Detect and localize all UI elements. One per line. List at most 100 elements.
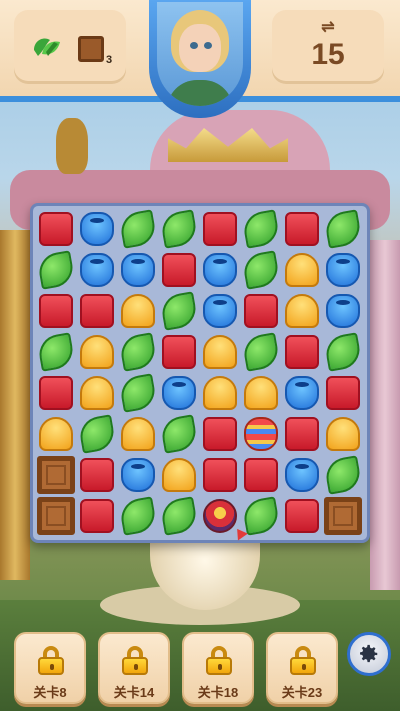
player-avatar-frame[interactable] (149, 0, 251, 118)
settings-button[interactable] (347, 632, 391, 676)
board-cell[interactable] (241, 332, 281, 372)
leaf-tile-icon[interactable] (323, 455, 363, 495)
board-cell[interactable] (282, 414, 322, 454)
leaf-tile-icon[interactable] (241, 496, 281, 536)
leaf-tile-icon[interactable] (241, 209, 281, 249)
board-cell[interactable] (36, 209, 76, 249)
blue-tile-icon[interactable] (162, 376, 196, 410)
leaf-tile-icon[interactable] (323, 332, 363, 372)
board-cell[interactable] (200, 291, 240, 331)
crate-tile-icon[interactable] (324, 497, 362, 535)
red-tile-icon[interactable] (80, 499, 114, 533)
board-cell[interactable] (200, 414, 240, 454)
board-cell[interactable] (118, 455, 158, 495)
leaf-tile-icon[interactable] (118, 209, 158, 249)
bell-tile-icon[interactable] (121, 294, 155, 328)
bell-tile-icon[interactable] (203, 335, 237, 369)
red-tile-icon[interactable] (80, 458, 114, 492)
bell-tile-icon[interactable] (80, 376, 114, 410)
blue-tile-icon[interactable] (121, 253, 155, 287)
leaf-tile-icon[interactable] (118, 496, 158, 536)
red-tile-icon[interactable] (203, 458, 237, 492)
red-tile-icon[interactable] (203, 212, 237, 246)
bell-tile-icon[interactable] (121, 417, 155, 451)
red-tile-icon[interactable] (326, 376, 360, 410)
board-cell[interactable] (159, 332, 199, 372)
board-cell[interactable] (200, 250, 240, 290)
board-cell[interactable] (282, 250, 322, 290)
board-cell[interactable] (159, 496, 199, 536)
board-cell[interactable] (36, 250, 76, 290)
crate-tile-icon[interactable] (37, 497, 75, 535)
board-cell[interactable] (241, 291, 281, 331)
board-cell[interactable] (36, 414, 76, 454)
board-cell[interactable] (36, 291, 76, 331)
board-cell[interactable] (282, 332, 322, 372)
board-cell[interactable] (241, 209, 281, 249)
board-cell[interactable] (36, 332, 76, 372)
leaf-tile-icon[interactable] (159, 414, 199, 454)
board-cell[interactable] (77, 291, 117, 331)
board-cell[interactable] (159, 373, 199, 413)
leaf-tile-icon[interactable] (36, 250, 76, 290)
board-cell[interactable] (77, 250, 117, 290)
blue-tile-icon[interactable] (203, 253, 237, 287)
leaf-tile-icon[interactable] (323, 209, 363, 249)
red-tile-icon[interactable] (244, 458, 278, 492)
bell-tile-icon[interactable] (244, 376, 278, 410)
board-cell[interactable] (118, 250, 158, 290)
board-cell[interactable] (77, 209, 117, 249)
board-cell[interactable] (282, 373, 322, 413)
blue-tile-icon[interactable] (121, 458, 155, 492)
blue-tile-icon[interactable] (80, 253, 114, 287)
red-tile-icon[interactable] (244, 294, 278, 328)
game-board[interactable] (30, 203, 370, 543)
bell-tile-icon[interactable] (39, 417, 73, 451)
board-cell[interactable] (241, 414, 281, 454)
board-cell[interactable] (323, 250, 363, 290)
bell-tile-icon[interactable] (80, 335, 114, 369)
board-cell[interactable] (200, 373, 240, 413)
board-cell[interactable] (118, 291, 158, 331)
blue-tile-icon[interactable] (285, 376, 319, 410)
board-cell[interactable] (323, 332, 363, 372)
board-cell[interactable] (118, 209, 158, 249)
red-tile-icon[interactable] (203, 417, 237, 451)
board-cell[interactable] (323, 455, 363, 495)
bell-tile-icon[interactable] (162, 458, 196, 492)
board-cell[interactable] (323, 414, 363, 454)
board-cell[interactable] (118, 414, 158, 454)
board-cell[interactable] (159, 291, 199, 331)
locked-level-button[interactable]: 关卡23 (266, 632, 338, 704)
red-tile-icon[interactable] (285, 499, 319, 533)
locked-level-button[interactable]: 关卡8 (14, 632, 86, 704)
board-cell[interactable] (77, 414, 117, 454)
red-tile-icon[interactable] (39, 376, 73, 410)
blue-tile-icon[interactable] (80, 212, 114, 246)
bell-tile-icon[interactable] (326, 417, 360, 451)
board-cell[interactable] (241, 455, 281, 495)
board-cell[interactable] (323, 291, 363, 331)
blue-tile-icon[interactable] (203, 294, 237, 328)
red-tile-icon[interactable] (162, 253, 196, 287)
board-cell[interactable] (241, 373, 281, 413)
board-cell[interactable] (200, 332, 240, 372)
board-cell[interactable] (282, 291, 322, 331)
red-tile-icon[interactable] (285, 335, 319, 369)
board-cell[interactable] (282, 455, 322, 495)
blue-tile-icon[interactable] (326, 294, 360, 328)
locked-level-button[interactable]: 关卡14 (98, 632, 170, 704)
leaf-tile-icon[interactable] (36, 332, 76, 372)
bomb-tile-icon[interactable] (203, 499, 237, 533)
leaf-tile-icon[interactable] (118, 332, 158, 372)
red-tile-icon[interactable] (39, 212, 73, 246)
board-cell[interactable] (282, 496, 322, 536)
board-cell[interactable] (323, 209, 363, 249)
board-cell[interactable] (200, 455, 240, 495)
board-cell[interactable] (118, 496, 158, 536)
blue-tile-icon[interactable] (326, 253, 360, 287)
leaf-tile-icon[interactable] (118, 373, 158, 413)
board-cell[interactable] (282, 209, 322, 249)
red-tile-icon[interactable] (285, 212, 319, 246)
leaf-tile-icon[interactable] (159, 496, 199, 536)
